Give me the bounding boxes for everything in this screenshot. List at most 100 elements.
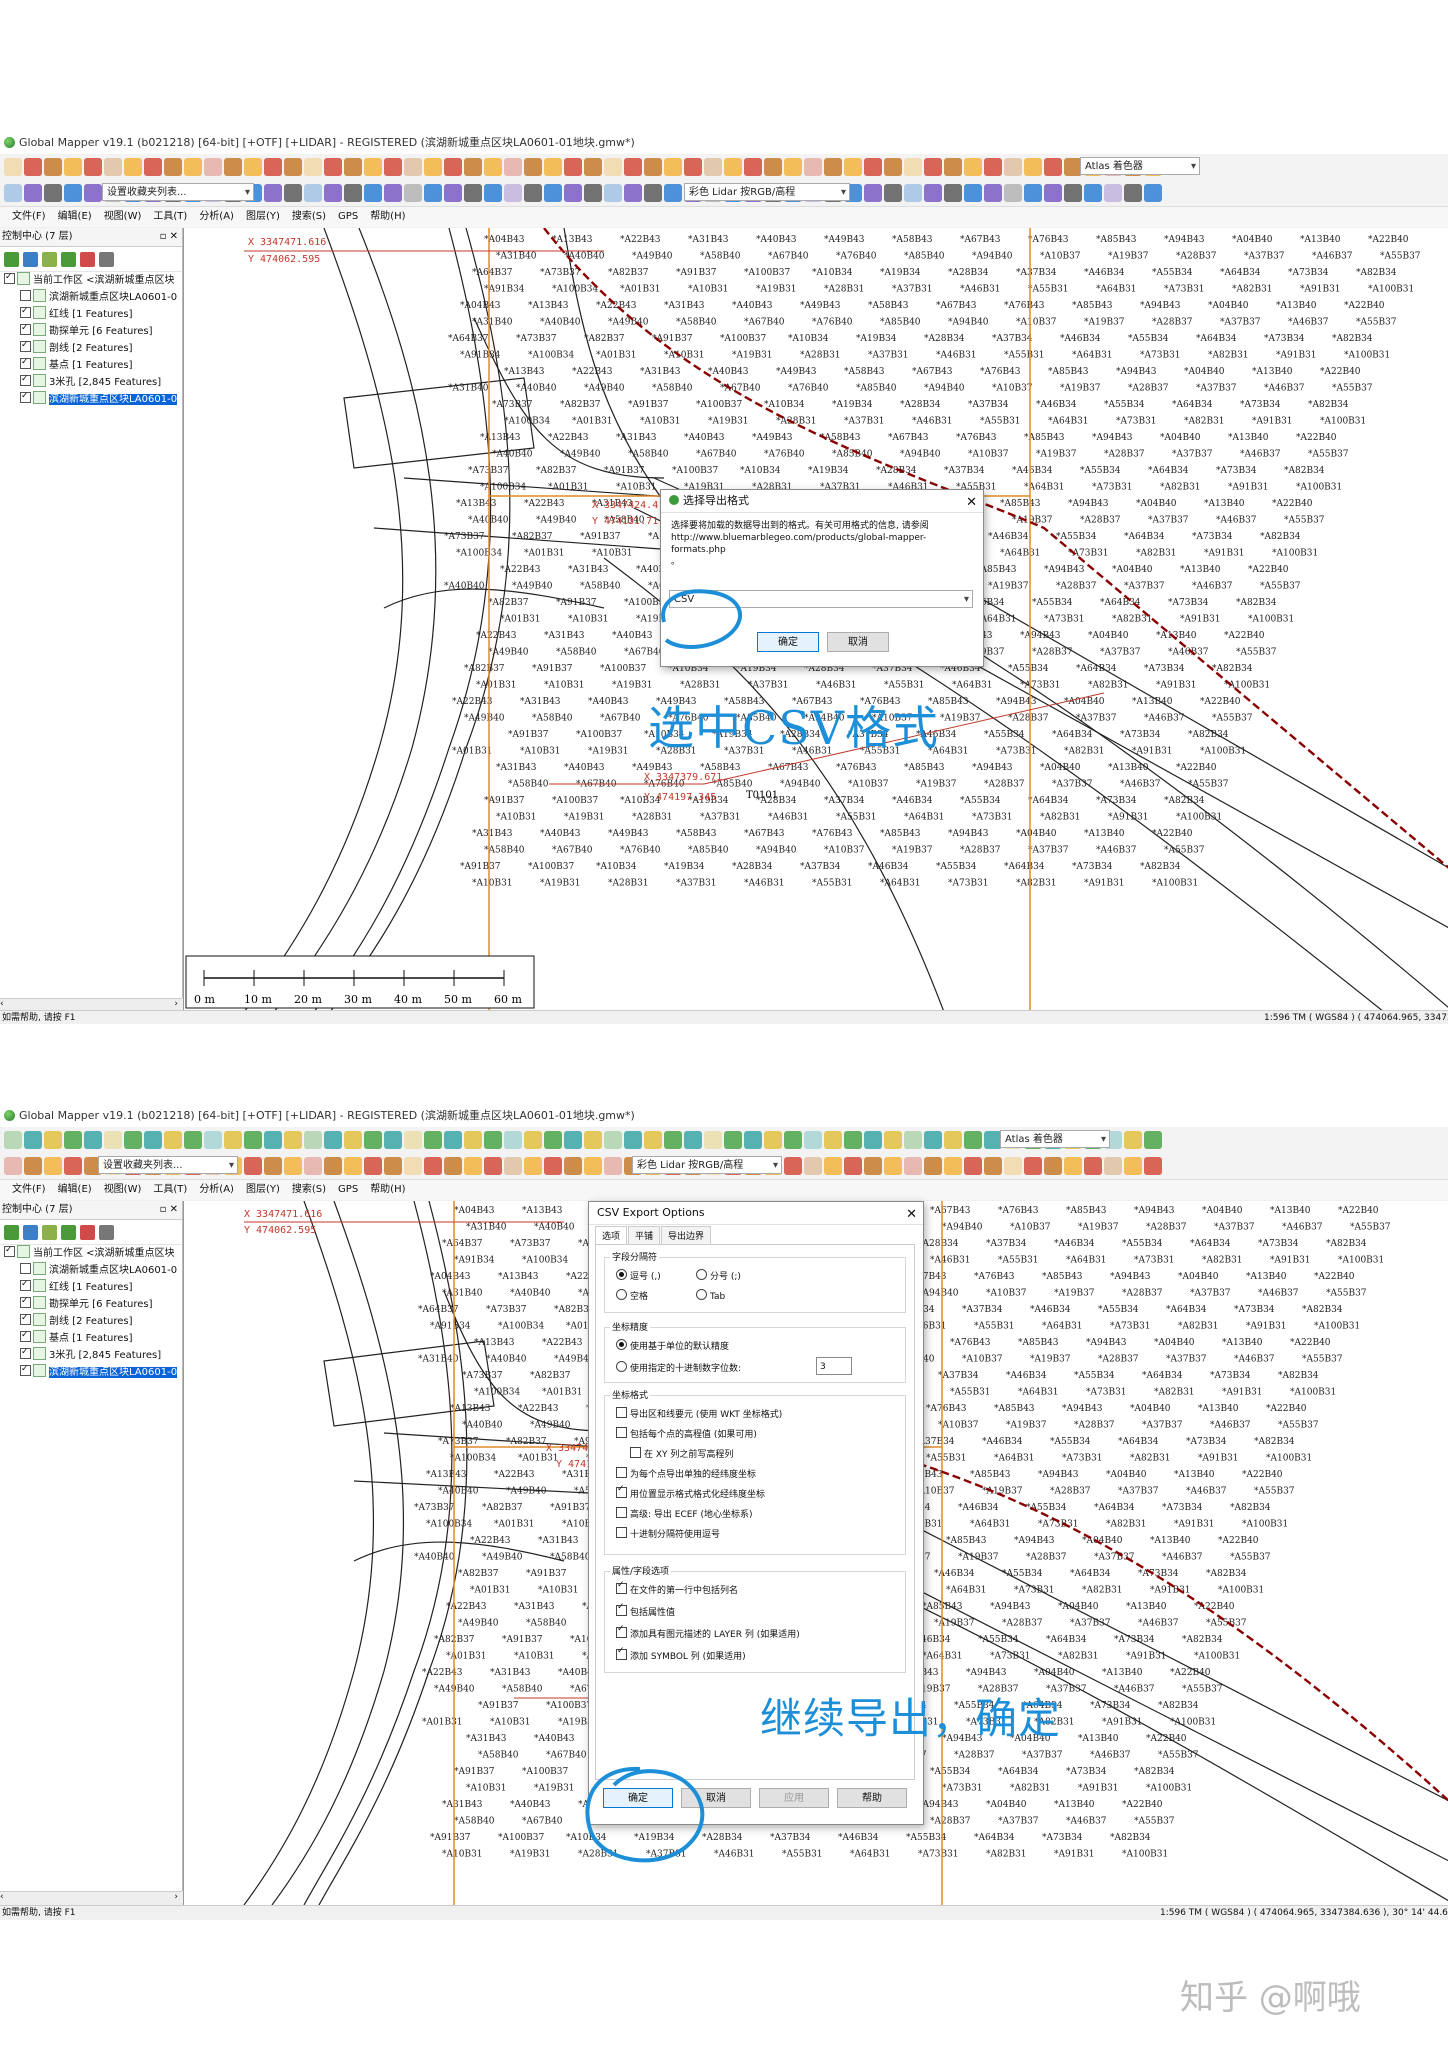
toolbar-tool-icon[interactable]: [844, 1131, 862, 1149]
toolbar-tool-icon[interactable]: [64, 184, 82, 202]
toolbar-tool-icon[interactable]: [864, 158, 882, 176]
toolbar-tool-icon[interactable]: [744, 1131, 762, 1149]
toolbar-tool-icon[interactable]: [504, 1131, 522, 1149]
toolbar-tool-icon[interactable]: [1124, 1131, 1142, 1149]
layer-row[interactable]: 当前工作区 <滨湖新城重点区块: [0, 272, 182, 289]
toolbar-tool-icon[interactable]: [364, 184, 382, 202]
menu-gps[interactable]: GPS: [338, 211, 358, 222]
toolbar-tool-icon[interactable]: [464, 184, 482, 202]
toolbar-tool-icon[interactable]: [444, 1131, 462, 1149]
toolbar-tool-icon[interactable]: [524, 158, 542, 176]
attribute-option[interactable]: 在文件的第一行中包括列名: [616, 1580, 738, 1596]
coord-option[interactable]: 包括每个点的高程值 (如果可用): [616, 1427, 757, 1440]
toolbar-tool-icon[interactable]: [804, 1131, 822, 1149]
layer-checkbox[interactable]: [20, 391, 31, 405]
toolbar-tool-icon[interactable]: [964, 1157, 982, 1175]
coord-option[interactable]: 导出区和线要元 (使用 WKT 坐标格式): [616, 1407, 782, 1420]
menu-layer[interactable]: 图层(Y): [246, 211, 280, 222]
toolbar-tool-icon[interactable]: [384, 1157, 402, 1175]
toolbar-tool-icon[interactable]: [184, 158, 202, 176]
layer-options-icon[interactable]: [23, 251, 38, 267]
coord-option[interactable]: 高级: 导出 ECEF (地心坐标系): [616, 1507, 752, 1520]
toolbar-tool-icon[interactable]: [1104, 184, 1122, 202]
checkbox-icon[interactable]: [616, 1580, 627, 1594]
close-icon[interactable]: ✕: [906, 1204, 917, 1226]
toolbar-tool-icon[interactable]: [264, 1131, 282, 1149]
toolbar-tool-icon[interactable]: [384, 184, 402, 202]
toolbar-tool-icon[interactable]: [904, 1157, 922, 1175]
toolbar-tool-icon[interactable]: [484, 158, 502, 176]
radio-icon[interactable]: [696, 1269, 707, 1280]
toolbar-tool-icon[interactable]: [564, 1131, 582, 1149]
toolbar-tool-icon[interactable]: [1004, 184, 1022, 202]
toolbar-tool-icon[interactable]: [44, 1157, 62, 1175]
layer-checkbox[interactable]: [4, 1245, 15, 1259]
attribute-option[interactable]: 添加 SYMBOL 列 (如果适用): [616, 1646, 746, 1662]
toolbar-tool-icon[interactable]: [264, 1157, 282, 1175]
layer-row[interactable]: 红线 [1 Features]: [0, 306, 182, 323]
toolbar-tool-icon[interactable]: [864, 1131, 882, 1149]
toolbar-tool-icon[interactable]: [524, 1157, 542, 1175]
toolbar-tool-icon[interactable]: [404, 158, 422, 176]
close-icon[interactable]: ✕: [966, 492, 977, 514]
toolbar-tool-icon[interactable]: [984, 1157, 1002, 1175]
toolbar-tool-icon[interactable]: [484, 184, 502, 202]
toolbar-tool-icon[interactable]: [284, 184, 302, 202]
layer-row[interactable]: 基点 [1 Features]: [0, 1330, 182, 1347]
toolbar-tool-icon[interactable]: [564, 184, 582, 202]
toolbar-tool-icon[interactable]: [804, 1157, 822, 1175]
toolbar-tool-icon[interactable]: [664, 1131, 682, 1149]
checkbox-icon[interactable]: [616, 1427, 627, 1438]
coord-option[interactable]: 用位置显示格式格式化经纬度坐标: [616, 1484, 765, 1500]
toolbar-tool-icon[interactable]: [784, 158, 802, 176]
menu-tools[interactable]: 工具(T): [153, 1184, 187, 1195]
layer-row[interactable]: 当前工作区 <滨湖新城重点区块: [0, 1245, 182, 1262]
toolbar-tool-icon[interactable]: [464, 1131, 482, 1149]
toolbar-tool-icon[interactable]: [1064, 184, 1082, 202]
menu-analysis[interactable]: 分析(A): [199, 1184, 234, 1195]
toolbar-tool-icon[interactable]: [944, 158, 962, 176]
layer-row[interactable]: 基点 [1 Features]: [0, 357, 182, 374]
toolbar-tool-icon[interactable]: [424, 1157, 442, 1175]
toolbar-tool-icon[interactable]: [1024, 1157, 1042, 1175]
toolbar-tool-icon[interactable]: [304, 184, 322, 202]
layer-row[interactable]: 滨湖新城重点区块LA0601-0: [0, 391, 182, 408]
toolbar-tool-icon[interactable]: [324, 158, 342, 176]
menu-view[interactable]: 视图(W): [104, 1184, 142, 1195]
toolbar-tool-icon[interactable]: [244, 1131, 262, 1149]
toolbar-tool-icon[interactable]: [564, 1157, 582, 1175]
toolbar-tool-icon[interactable]: [684, 158, 702, 176]
toolbar-tool-icon[interactable]: [84, 1131, 102, 1149]
toolbar-tool-icon[interactable]: [544, 1157, 562, 1175]
toolbar-tool-icon[interactable]: [844, 158, 862, 176]
toolbar-tool-icon[interactable]: [604, 1157, 622, 1175]
toolbar-tool-icon[interactable]: [924, 158, 942, 176]
toolbar-tool-icon[interactable]: [4, 184, 22, 202]
checkbox-icon[interactable]: [630, 1447, 641, 1458]
add-layer-icon[interactable]: [4, 251, 19, 267]
toolbar-tool-icon[interactable]: [364, 1131, 382, 1149]
layer-row[interactable]: 剖线 [2 Features]: [0, 340, 182, 357]
menu-edit[interactable]: 编辑(E): [58, 1184, 92, 1195]
toolbar-tool-icon[interactable]: [904, 1131, 922, 1149]
layer-checkbox[interactable]: [20, 1279, 31, 1293]
toolbar-tool-icon[interactable]: [344, 184, 362, 202]
layer-checkbox[interactable]: [20, 1296, 31, 1310]
toolbar-tool-icon[interactable]: [284, 1131, 302, 1149]
toolbar-tool-icon[interactable]: [824, 1131, 842, 1149]
toolbar-tool-icon[interactable]: [44, 1131, 62, 1149]
toolbar-tool-icon[interactable]: [404, 1157, 422, 1175]
cancel-button[interactable]: 取消: [827, 632, 889, 652]
toolbar-tool-icon[interactable]: [744, 158, 762, 176]
toolbar-tool-icon[interactable]: [244, 1157, 262, 1175]
toolbar-tool-icon[interactable]: [444, 184, 462, 202]
shader-select[interactable]: Atlas 着色器: [1080, 157, 1200, 176]
radio-icon[interactable]: [616, 1339, 627, 1350]
toolbar-tool-icon[interactable]: [264, 184, 282, 202]
toolbar-tool-icon[interactable]: [924, 1131, 942, 1149]
toolbar-tool-icon[interactable]: [644, 184, 662, 202]
toolbar-tool-icon[interactable]: [204, 158, 222, 176]
toolbar-tool-icon[interactable]: [84, 184, 102, 202]
toolbar-tool-icon[interactable]: [304, 1157, 322, 1175]
delimiter-space[interactable]: 空格: [616, 1289, 648, 1302]
